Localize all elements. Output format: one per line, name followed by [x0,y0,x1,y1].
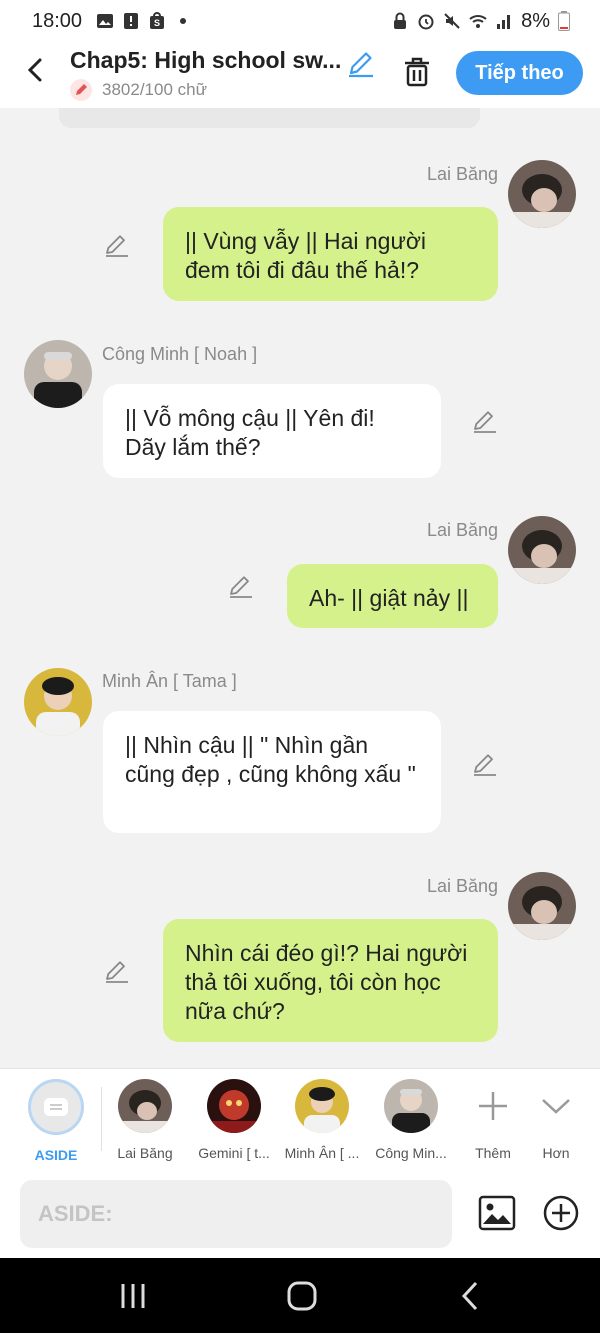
message-bubble[interactable]: || Vùng vẫy || Hai người đem tôi đi đâu … [163,207,498,301]
character-label: Lai Băng [117,1145,173,1161]
message-sender: Công Minh [ Noah ] [102,344,258,364]
alarm-icon [418,14,434,30]
shop-notification-icon: S [150,12,165,29]
edit-message-icon[interactable] [104,958,130,984]
message-sender: Lai Băng [426,876,498,896]
character-minh-an[interactable]: Minh Ân [ ... [277,1079,367,1161]
previous-message-card [59,108,480,128]
character-lai-bang[interactable]: Lai Băng [100,1079,190,1161]
image-notification-icon [97,14,114,28]
character-label: Minh Ân [ ... [284,1145,360,1161]
system-back-icon[interactable] [450,1280,490,1312]
character-aside[interactable]: ASIDE [11,1079,101,1163]
avatar[interactable] [24,668,92,736]
character-selector: ASIDE Lai Băng Gemini [ t... Minh Ân [ .… [0,1068,600,1170]
message-sender: Lai Băng [426,520,498,540]
character-label: ASIDE [34,1147,78,1163]
avatar[interactable] [508,516,576,584]
input-bar [0,1170,600,1258]
character-cong-minh[interactable]: Công Min... [366,1079,456,1161]
message-bubble[interactable]: Ah- || giật nảy || [287,564,498,628]
edit-title-icon[interactable] [346,48,376,78]
more-notifications-dot [180,18,187,24]
add-icon[interactable] [542,1194,580,1232]
avatar[interactable] [508,160,576,228]
avatar [118,1079,172,1133]
lock-icon [394,12,407,29]
pencil-badge-icon [70,79,92,101]
system-nav-bar [0,1258,600,1333]
edit-message-icon[interactable] [104,232,130,258]
edit-message-icon[interactable] [228,573,254,599]
avatar[interactable] [24,340,92,408]
more-characters-button[interactable]: Hơn [511,1079,600,1161]
home-icon[interactable] [282,1280,322,1312]
recent-apps-icon[interactable] [113,1280,153,1312]
message-input[interactable] [20,1180,452,1248]
char-count: 3802/100 chữ [102,80,207,99]
character-label: Hơn [542,1145,570,1161]
message-bubble[interactable]: || Vỗ mông cậu || Yên đi! Dãy lắm thế? [103,384,441,478]
chevron-down-icon [529,1079,583,1133]
mute-icon [444,13,460,29]
message-sender: Lai Băng [426,164,498,184]
story-title[interactable]: Chap5: High school sw... [70,47,341,74]
signal-icon [497,15,511,29]
edit-message-icon[interactable] [472,751,498,777]
back-button[interactable] [22,56,50,84]
chat-area[interactable]: Lai Băng || Vùng vẫy || Hai người đem tô… [0,108,600,1068]
avatar [384,1079,438,1133]
avatar[interactable] [508,872,576,940]
message-sender: Minh Ân [ Tama ] [102,671,237,691]
aside-icon [28,1079,84,1135]
battery-icon [558,11,570,31]
battery-percent: 8% [521,9,550,32]
svg-text:S: S [154,18,160,28]
editor-header: Chap5: High school sw... 3802/100 chữ Ti… [0,42,600,108]
char-count-row: 3802/100 chữ [70,79,207,101]
delete-icon[interactable] [402,56,432,88]
character-gemini[interactable]: Gemini [ t... [189,1079,279,1161]
status-time: 18:00 [32,9,83,32]
character-label: Công Min... [375,1145,447,1161]
message-bubble[interactable]: Nhìn cái đéo gì!? Hai người thả tôi xuốn… [163,919,498,1042]
image-icon[interactable] [478,1194,516,1232]
alert-notification-icon [124,13,139,29]
edit-message-icon[interactable] [472,408,498,434]
avatar [207,1079,261,1133]
character-label: Gemini [ t... [198,1145,270,1161]
avatar [295,1079,349,1133]
message-bubble[interactable]: || Nhìn cậu || " Nhìn gần cũng đẹp , cũn… [103,711,441,833]
next-button[interactable]: Tiếp theo [456,51,583,95]
status-bar: 18:00 S 8% [0,0,600,42]
wifi-icon [469,15,487,28]
